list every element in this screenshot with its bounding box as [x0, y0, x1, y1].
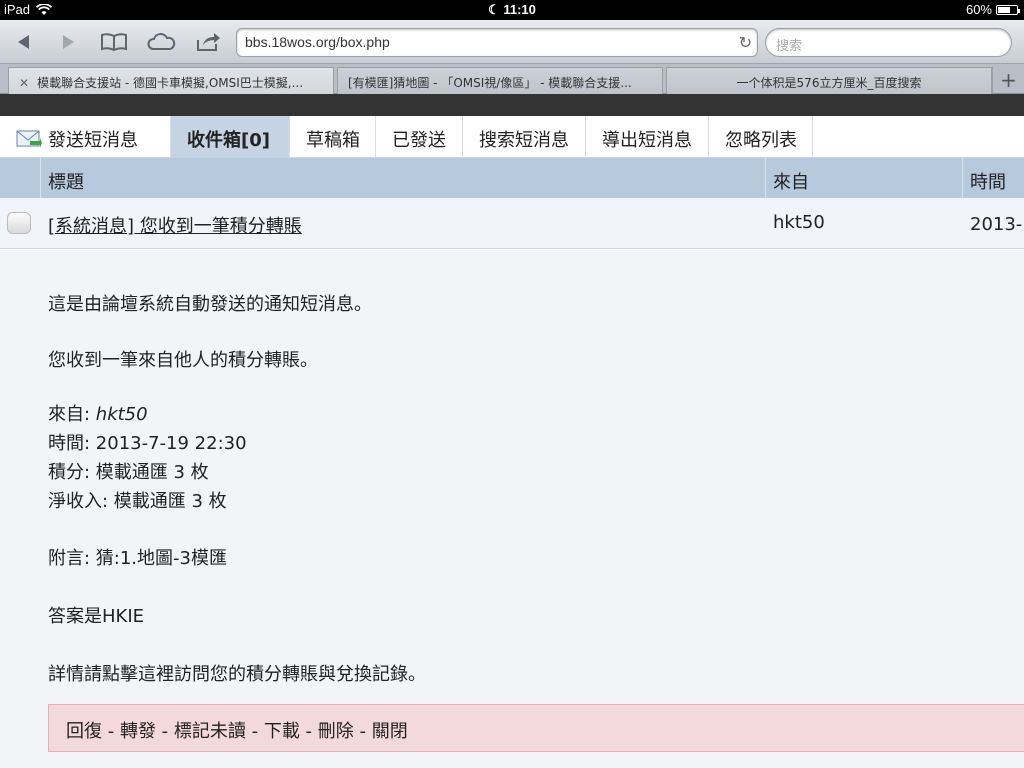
cloud-icon [147, 33, 176, 50]
message-actions-bar[interactable]: 回復 - 轉發 - 標記未讀 - 下載 - 刪除 - 關閉 [48, 704, 1024, 752]
body-from-line: 來自: hkt50 [48, 400, 148, 426]
page-header-strip [0, 94, 1024, 116]
body-net-line: 淨收入: 模載通匯 3 枚 [48, 491, 227, 512]
message-actions-text[interactable]: 回復 - 轉發 - 標記未讀 - 下載 - 刪除 - 關閉 [66, 721, 408, 742]
browser-toolbar: bbs.18wos.org/box.php ↻ 搜索 [0, 20, 1024, 64]
forward-arrow-icon [63, 35, 74, 49]
body-answer-line: 答案是HKIE [48, 606, 145, 627]
body-points-line: 積分: 模載通匯 3 枚 [48, 462, 209, 483]
reload-icon[interactable]: ↻ [739, 33, 752, 53]
close-tab-icon[interactable]: ✕ [19, 76, 29, 90]
browser-tab-1[interactable]: ✕ 模載聯合支援站 - 德國卡車模擬,OMSI巴士模擬,... [8, 67, 334, 94]
tab-label: 草稿箱 [306, 130, 360, 151]
browser-tab-label: [有模匯]猜地圖 - 「OMSI視/像區」 - 模載聯合支援... [348, 76, 632, 90]
column-divider [765, 158, 766, 198]
body-line: 這是由論壇系統自動發送的通知短消息。 [48, 294, 372, 315]
share-icon [197, 33, 220, 51]
tab-label: 忽略列表 [725, 130, 797, 151]
column-from: 來自 [773, 172, 809, 193]
tab-label: 發送短消息 [48, 130, 138, 151]
battery-icon [996, 4, 1020, 15]
search-placeholder: 搜索 [776, 39, 803, 54]
browser-tab-label: 一个体积是576立方厘米_百度搜索 [736, 76, 922, 90]
icloud-tabs-button[interactable] [145, 27, 177, 57]
message-table-header: 標題 來自 時間 [0, 158, 1024, 198]
body-detail-link[interactable]: 詳情請點擊這裡訪問您的積分轉賬與兌換記錄。 [48, 660, 426, 686]
message-time: 2013- [970, 214, 1023, 235]
tab-sent[interactable]: 已發送 [376, 116, 463, 158]
envelope-icon [16, 130, 42, 148]
new-tab-button[interactable]: + [992, 67, 1024, 94]
tab-search-messages[interactable]: 搜索短消息 [463, 116, 586, 158]
tab-ignore-list[interactable]: 忽略列表 [709, 116, 813, 158]
address-bar[interactable]: bbs.18wos.org/box.php ↻ [236, 28, 758, 57]
url-text: bbs.18wos.org/box.php [245, 34, 390, 50]
column-time: 時間 [970, 172, 1006, 193]
bookmarks-button[interactable] [98, 27, 130, 57]
browser-tab-2[interactable]: [有模匯]猜地圖 - 「OMSI視/像區」 - 模載聯合支援... [337, 67, 663, 94]
share-button[interactable] [192, 27, 224, 57]
back-arrow-icon [18, 35, 29, 49]
book-icon [101, 33, 127, 52]
body-note-line: 附言: 猜:1.地圖-3模匯 [48, 548, 227, 569]
tab-send-message[interactable]: 發送短消息 [0, 116, 171, 158]
moon-icon: ☾ [488, 2, 500, 17]
from-label: 來自: [48, 404, 96, 425]
message-body: 這是由論壇系統自動發送的通知短消息。 您收到一筆來自他人的積分轉賬。 來自: h… [0, 250, 1024, 768]
column-subject: 標題 [48, 172, 84, 193]
column-divider [40, 158, 41, 198]
battery-percent: 60% [965, 2, 992, 17]
tab-label: 搜索短消息 [479, 130, 569, 151]
search-input[interactable]: 搜索 [765, 28, 1012, 57]
from-value: hkt50 [95, 404, 148, 425]
screen: iPad ☾ 11:10 60% bbs.18wos.org/box.php ↻… [0, 0, 1024, 768]
body-time-line: 時間: 2013-7-19 22:30 [48, 433, 247, 454]
table-row[interactable]: [系統消息] 您收到一筆積分轉賬 hkt50 2013- [0, 198, 1024, 249]
back-button[interactable] [8, 27, 40, 57]
browser-tab-3[interactable]: 一个体积是576立方厘米_百度搜索 [666, 67, 992, 94]
tab-drafts[interactable]: 草稿箱 [290, 116, 376, 158]
message-subject-link[interactable]: [系統消息] 您收到一筆積分轉賬 [48, 212, 302, 238]
tab-label: 已發送 [392, 130, 446, 151]
tab-export-messages[interactable]: 導出短消息 [586, 116, 709, 158]
clock: 11:10 [503, 2, 536, 17]
pm-tab-bar: 發送短消息 收件箱[0] 草稿箱 已發送 搜索短消息 導出短消息 忽略列表 [0, 116, 1024, 158]
message-sender: hkt50 [773, 212, 825, 233]
tab-inbox[interactable]: 收件箱[0] [171, 116, 290, 158]
message-checkbox[interactable] [7, 212, 31, 234]
status-bar: iPad ☾ 11:10 60% [0, 0, 1024, 20]
body-line: 您收到一筆來自他人的積分轉賬。 [48, 350, 318, 371]
tab-label: 收件箱[0] [187, 130, 270, 151]
forward-button[interactable] [52, 27, 84, 57]
browser-tabs: ✕ 模載聯合支援站 - 德國卡車模擬,OMSI巴士模擬,... [有模匯]猜地圖 … [0, 64, 1024, 94]
column-divider [962, 158, 963, 198]
tab-label: 導出短消息 [602, 130, 692, 151]
browser-tab-label: 模載聯合支援站 - 德國卡車模擬,OMSI巴士模擬,... [37, 76, 304, 90]
